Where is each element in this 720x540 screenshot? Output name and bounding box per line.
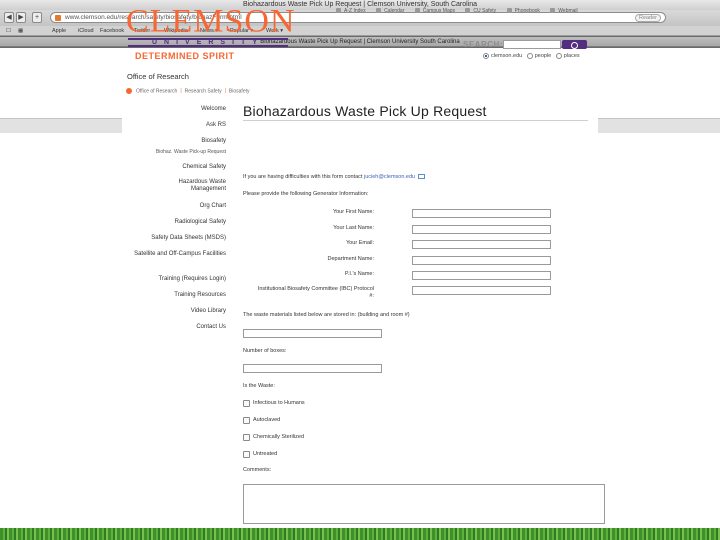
infectious-checkbox[interactable] [243,400,250,407]
untreated-checkbox[interactable] [243,451,250,458]
nav-training[interactable]: Training (Requires Login) [122,276,226,283]
phonebook-icon [506,8,512,14]
location-label: The waste materials listed below are sto… [243,312,410,318]
scope-label-places: places [563,53,580,60]
clemson-logo[interactable]: CLEMSON [126,5,295,38]
nav-biohaz-waste[interactable]: Biohaz. Waste Pick-up Request [122,149,226,156]
comments-label: Comments: [243,467,272,473]
breadcrumb-biosafety[interactable]: Biosafety [229,88,250,94]
link-calendar[interactable]: Calendar [376,8,404,14]
calendar-icon [376,8,382,14]
webmail-icon [550,8,556,14]
nav-hazardous-waste[interactable]: Hazardous Waste Management [146,179,226,193]
first-name-field[interactable] [412,209,551,218]
last-name-field[interactable] [412,225,551,234]
scope-radio-people[interactable] [526,53,533,59]
section-title[interactable]: Office of Research [127,72,189,81]
tagline: DETERMINED SPIRIT [135,51,235,61]
scope-radio-places[interactable] [555,53,562,59]
search-input[interactable] [503,40,561,49]
untreated-label: Untreated [253,451,278,457]
scope-label-clemson: clemson.edu [491,53,523,60]
nav-satellite[interactable]: Satellite and Off-Campus Facilities [130,251,226,258]
nav-contact-us[interactable]: Contact Us [122,324,226,331]
boxes-field[interactable] [243,364,382,373]
ibc-protocol-label: Institutional Biosafety Committee (IBC) … [257,286,374,299]
forward-button[interactable]: ▶ [16,12,26,23]
page-title: Biohazardous Waste Pick Up Request [243,103,487,119]
breadcrumb: Office of Research | Research Safety | Biosa… [126,88,250,94]
waste-question: Is the Waste: [243,383,275,389]
email-label: Your Email: [346,240,374,246]
az-index-icon [336,8,341,14]
location-field[interactable] [243,329,382,338]
link-campus-maps[interactable]: Campus Maps [414,8,455,14]
nav-radiological-safety[interactable]: Radiological Safety [122,219,226,226]
comments-textarea[interactable] [243,484,605,524]
favicon-icon [55,15,61,21]
utility-links: A-Z Index Calendar Campus Maps CU Safety… [336,8,587,14]
first-name-label: Your First Name: [332,209,374,215]
nav-biosafety[interactable]: Biosafety [122,138,226,145]
university-wordmark: UNIVERSITY [128,38,288,47]
tab-bar[interactable]: Biohazardous Waste Pick Up Request | Cle… [0,37,720,47]
link-webmail[interactable]: Webmail [550,8,578,14]
search-button[interactable] [562,40,587,49]
contact-email-link[interactable]: jucieh@clemson.edu [364,174,415,180]
grass-border [0,528,720,540]
nav-ask-rs[interactable]: Ask RS [122,122,226,129]
bookmark-add-button[interactable]: + [32,12,42,23]
bookmark-icloud[interactable]: iCloud [78,26,94,36]
ibc-protocol-field[interactable] [412,286,551,295]
scope-label-people: people [534,53,552,60]
nav-training-resources[interactable]: Training Resources [122,292,226,299]
last-name-label: Your Last Name: [333,225,374,231]
contact-text: If you are having difficulties with this… [243,174,364,180]
link-cu-safety[interactable]: CU Safety [465,8,496,14]
bookmark-apple[interactable]: Apple [52,26,66,36]
search-label: SEARCH: [463,40,503,49]
reader-button[interactable]: Reader [635,14,661,22]
bookmarks-bar: ☐ ▦ Apple iCloud Facebook Twitter Wikipe… [0,26,720,36]
email-field[interactable] [412,240,551,249]
pi-name-label: P.I.'s Name: [344,271,374,277]
nav-video-library[interactable]: Video Library [122,308,226,315]
nav-chemical-safety[interactable]: Chemical Safety [122,164,226,171]
bookmark-facebook[interactable]: Facebook [100,26,124,36]
nav-org-chart[interactable]: Org Chart [122,203,226,210]
chemically-sterilized-checkbox[interactable] [243,434,250,441]
paw-icon [126,88,132,94]
pi-name-field[interactable] [412,271,551,280]
book-icon[interactable]: ☐ [6,26,11,36]
search-scope: clemson.edu people places [483,53,583,59]
title-divider [243,120,588,121]
infectious-label: Infectious to Humans [253,400,305,406]
safety-icon [465,8,471,14]
url-domain: www.clemson.edu [65,14,118,21]
department-field[interactable] [412,256,551,265]
grid-icon[interactable]: ▦ [18,26,23,36]
autoclaved-checkbox[interactable] [243,417,250,424]
back-button[interactable]: ◀ [4,12,14,23]
chemically-sterilized-label: Chemically Sterilized [253,434,305,440]
nav-sds[interactable]: Safety Data Sheets (MSDS) [122,235,226,242]
map-icon [414,8,420,14]
scope-radio-clemson[interactable] [483,53,489,59]
breadcrumb-office[interactable]: Office of Research [136,88,177,94]
autoclaved-label: Autoclaved [253,417,281,423]
tab-title[interactable]: Biohazardous Waste Pick Up Request | Cle… [260,39,459,45]
link-az-index[interactable]: A-Z Index [336,8,366,14]
mail-icon[interactable] [418,174,426,180]
nav-welcome[interactable]: Welcome [122,106,226,113]
link-phonebook[interactable]: Phonebook [506,8,540,14]
contact-line: If you are having difficulties with this… [243,174,426,180]
generator-intro: Please provide the following Generator I… [243,191,369,197]
department-label: Department Name: [327,256,374,262]
boxes-label: Number of boxes: [243,348,287,354]
breadcrumb-research-safety[interactable]: Research Safety [185,88,222,94]
